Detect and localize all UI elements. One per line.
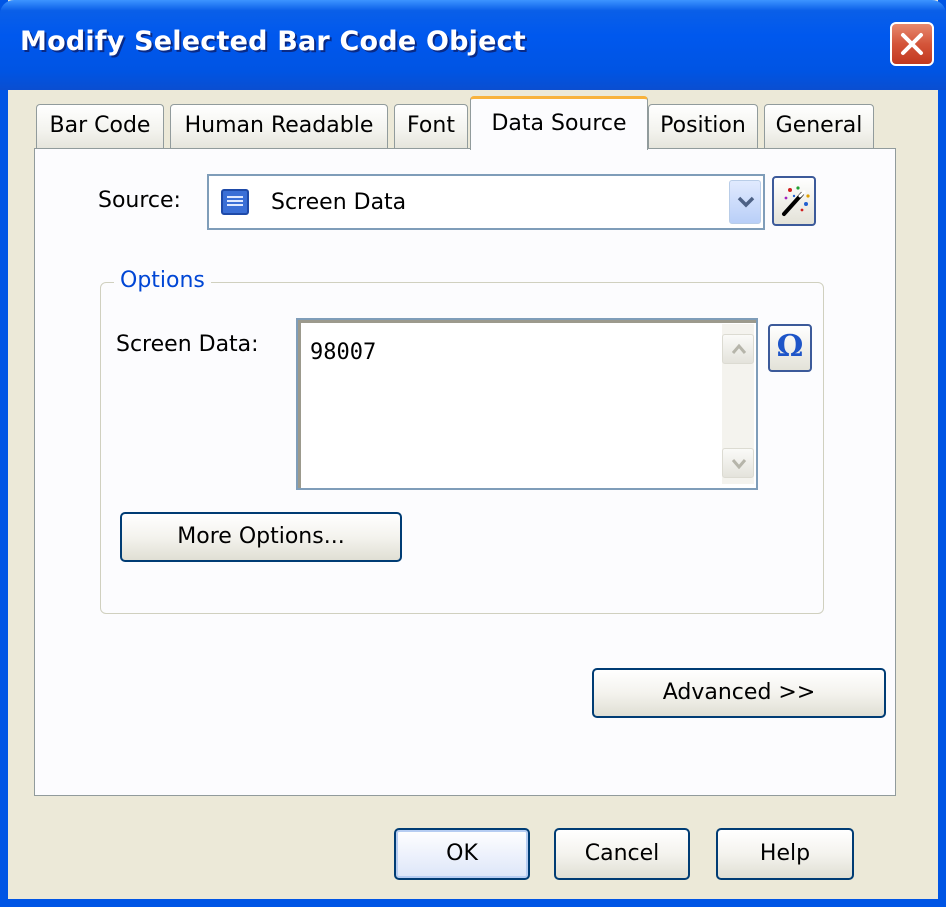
data-source-wizard-button[interactable] (772, 176, 816, 226)
screen-data-value: 98007 (310, 340, 377, 365)
source-dropdown[interactable]: Screen Data (207, 174, 765, 230)
cancel-button[interactable]: Cancel (554, 828, 690, 880)
tab-label: General (775, 113, 863, 138)
screen-data-label: Screen Data: (116, 332, 259, 357)
more-options-label: More Options... (177, 524, 345, 549)
cancel-label: Cancel (584, 841, 660, 866)
advanced-label: Advanced >> (662, 680, 816, 705)
source-selected-value: Screen Data (271, 190, 407, 215)
tab-label: Bar Code (49, 113, 151, 138)
close-icon (901, 33, 923, 55)
chevron-down-icon (731, 459, 747, 469)
scroll-up-button[interactable] (722, 334, 754, 364)
tab-human-readable[interactable]: Human Readable (170, 104, 388, 148)
close-button[interactable] (890, 22, 934, 66)
tab-data-source[interactable]: Data Source (470, 96, 648, 150)
window-title: Modify Selected Bar Code Object (20, 26, 526, 57)
help-label: Help (759, 841, 811, 866)
insert-special-character-button[interactable]: Ω (768, 324, 812, 372)
chevron-up-icon (731, 343, 747, 354)
tab-position[interactable]: Position (648, 104, 758, 148)
tab-label: Font (407, 113, 455, 138)
source-label: Source: (98, 188, 181, 213)
tab-general[interactable]: General (764, 104, 874, 148)
vertical-scrollbar[interactable] (722, 324, 754, 484)
ok-button[interactable]: OK (394, 828, 530, 880)
screen-data-textarea[interactable]: 98007 (296, 318, 758, 490)
title-bar[interactable]: Modify Selected Bar Code Object (0, 0, 946, 90)
chevron-down-icon (737, 196, 755, 208)
options-legend: Options (114, 268, 211, 293)
dropdown-arrow-button[interactable] (729, 180, 761, 224)
scroll-down-button[interactable] (722, 448, 754, 478)
tab-label: Human Readable (184, 113, 374, 138)
ok-label: OK (446, 841, 478, 866)
tab-label: Data Source (491, 111, 627, 136)
screen-data-icon (221, 189, 249, 215)
tab-bar-code[interactable]: Bar Code (36, 104, 164, 148)
magic-wand-icon (782, 186, 810, 216)
help-button[interactable]: Help (716, 828, 854, 880)
advanced-button[interactable]: Advanced >> (592, 668, 886, 718)
tab-font[interactable]: Font (394, 104, 468, 148)
more-options-button[interactable]: More Options... (120, 512, 402, 562)
omega-icon: Ω (776, 329, 804, 364)
tab-label: Position (660, 113, 746, 138)
